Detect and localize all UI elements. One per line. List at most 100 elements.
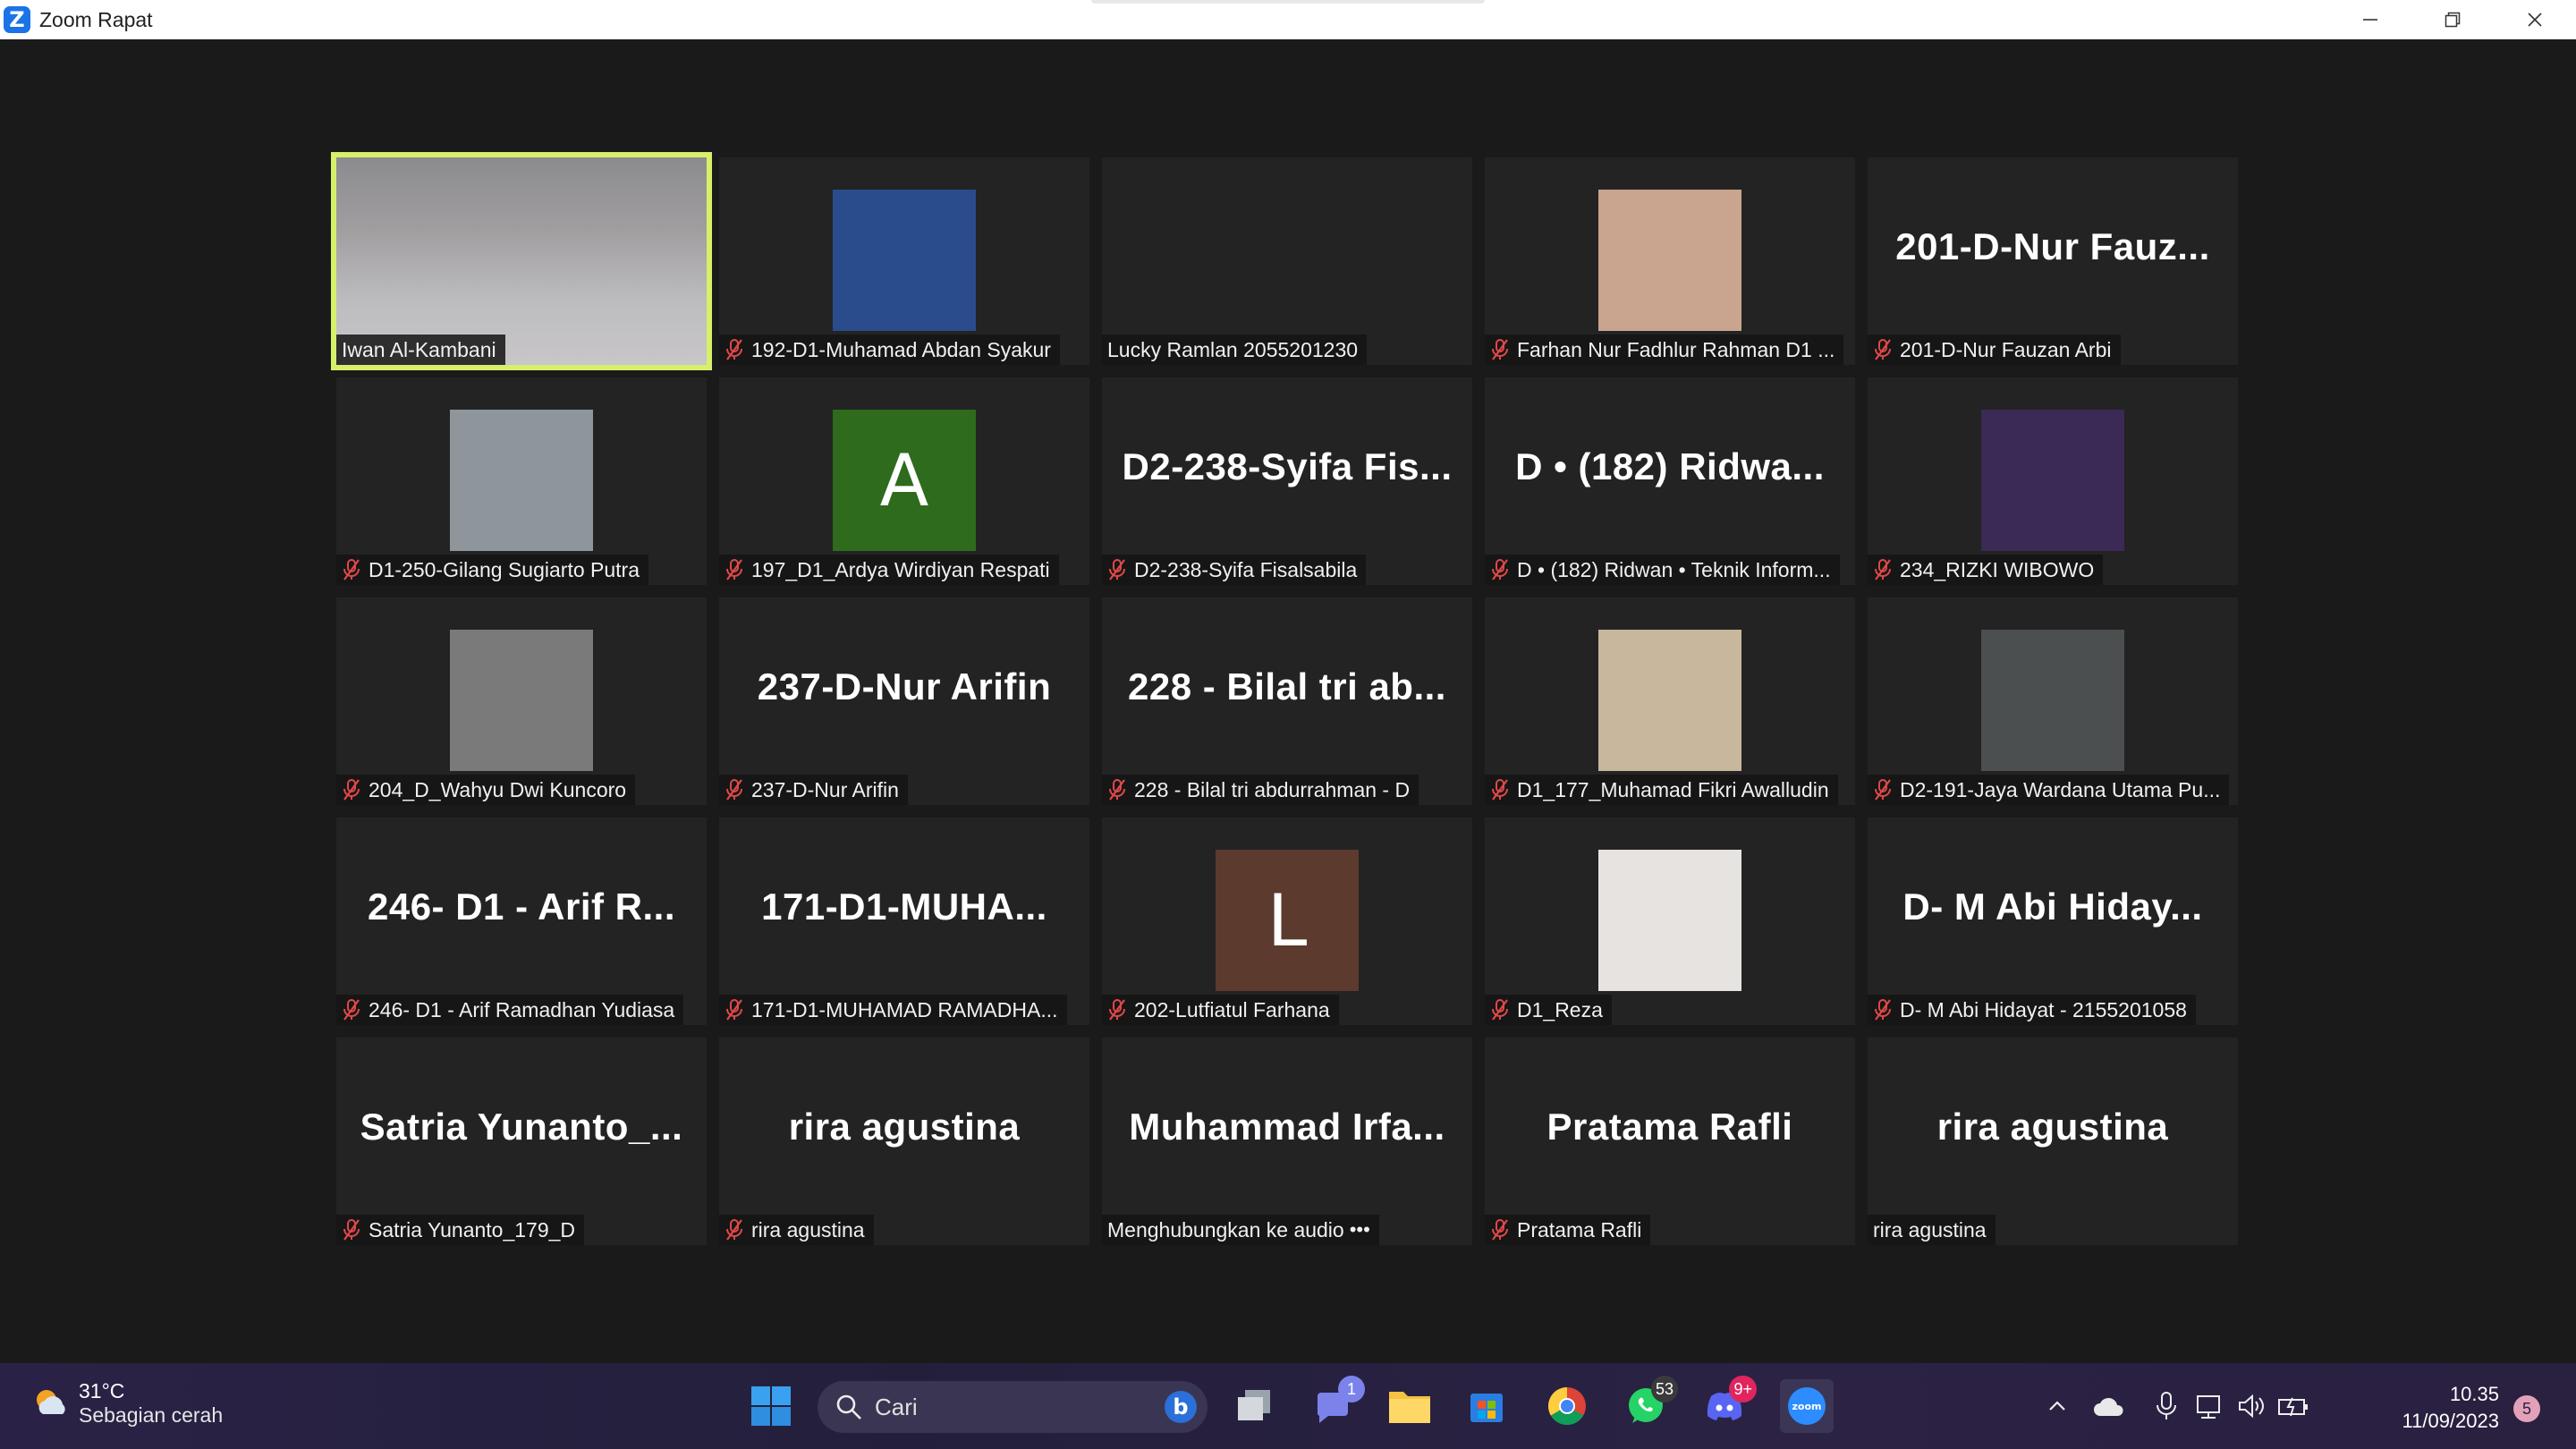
chevron-up-icon (2049, 1401, 2065, 1411)
participant-name-bar: 234_RIZKI WIBOWO (1868, 555, 2104, 585)
participant-tile[interactable]: Pratama Rafli Pratama Rafli (1485, 1038, 1855, 1245)
discord-button[interactable]: 9+ (1701, 1376, 1757, 1429)
participant-tile[interactable]: D • (182) Ridwa... D • (182) Ridwan • Tek… (1485, 377, 1855, 585)
clock[interactable]: 10.35 11/09/2023 (2402, 1381, 2499, 1435)
onedrive-button[interactable] (2091, 1383, 2127, 1429)
muted-microphone-icon (1875, 999, 1891, 1021)
participant-name-bar: 201-D-Nur Fauzan Arbi (1868, 335, 2121, 365)
show-hidden-icons-button[interactable] (2039, 1383, 2075, 1429)
svg-text:zoom: zoom (1792, 1401, 1822, 1412)
muted-indicator (1107, 998, 1127, 1021)
battery-icon (2278, 1397, 2308, 1417)
close-button[interactable] (2494, 0, 2576, 39)
participant-tile[interactable]: 201-D-Nur Fauz... 201-D-Nur Fauzan Arbi (1868, 157, 2238, 365)
participant-name-bar: Farhan Nur Fadhlur Rahman D1 ... (1485, 335, 1844, 365)
microphone-button[interactable] (2148, 1383, 2184, 1429)
muted-indicator (724, 1218, 744, 1241)
participant-name-bar: 202-Lutfiatul Farhana (1102, 995, 1339, 1025)
muted-indicator (1873, 558, 1893, 581)
minimize-icon (2363, 19, 2377, 21)
start-button[interactable] (748, 1383, 794, 1429)
participant-name: D- M Abi Hidayat - 2155201058 (1900, 997, 2187, 1021)
whatsapp-button[interactable]: 53 (1623, 1376, 1678, 1429)
participant-tile[interactable]: rira agustina rira agustina (1868, 1038, 2238, 1245)
participant-tile[interactable]: A 197_D1_Ardya Wirdiyan Respati (719, 377, 1089, 585)
meeting-view: Iwan Al-Kambani 192-D1-Muhamad Abdan Syak… (0, 39, 2576, 1363)
discord-badge: 9+ (1729, 1376, 1757, 1402)
minimize-button[interactable] (2329, 0, 2411, 39)
muted-microphone-icon (1492, 779, 1508, 801)
participant-tile[interactable]: D1-250-Gilang Sugiarto Putra (336, 377, 707, 585)
volume-button[interactable] (2234, 1383, 2270, 1429)
chrome-button[interactable] (1544, 1383, 1590, 1429)
taskbar-search[interactable]: Cari b (818, 1381, 1208, 1433)
muted-indicator (724, 998, 744, 1021)
zoom-taskbar-button[interactable]: zoom (1780, 1379, 1834, 1433)
participant-tile[interactable]: 237-D-Nur Arifin 237-D-Nur Arifin (719, 597, 1089, 805)
muted-indicator (724, 778, 744, 801)
whatsapp-badge: 53 (1650, 1376, 1678, 1402)
participant-tile[interactable]: Satria Yunanto_... Satria Yunanto_179_D (336, 1038, 707, 1245)
participant-tile[interactable]: D1_Reza (1485, 818, 1855, 1025)
participant-tile[interactable]: Iwan Al-Kambani (331, 152, 712, 370)
participant-name: 246- D1 - Arif Ramadhan Yudiasa (369, 997, 675, 1021)
participant-tile[interactable]: D- M Abi Hiday... D- M Abi Hidayat - 2155… (1868, 818, 2238, 1025)
muted-microphone-icon (726, 779, 742, 801)
participant-display-name: 246- D1 - Arif R... (367, 886, 676, 928)
participant-name-bar: Satria Yunanto_179_D (336, 1215, 585, 1245)
muted-microphone-icon (1109, 999, 1125, 1021)
participant-tile[interactable]: 228 - Bilal tri ab... 228 - Bilal tri abd… (1102, 597, 1472, 805)
task-view-button[interactable] (1231, 1383, 1277, 1429)
muted-indicator (1873, 338, 1893, 361)
file-explorer-button[interactable] (1386, 1383, 1433, 1429)
participant-name: rira agustina (1873, 1217, 1987, 1241)
participant-tile[interactable]: Lucky Ramlan 2055201230 (1102, 157, 1472, 365)
participant-name: D2-191-Jaya Wardana Utama Pu... (1900, 777, 2221, 801)
participant-tile[interactable]: 246- D1 - Arif R... 246- D1 - Arif Ramadh… (336, 818, 707, 1025)
participant-tile[interactable]: D2-238-Syifa Fis... D2-238-Syifa Fisalsab… (1102, 377, 1472, 585)
muted-microphone-icon (1875, 779, 1891, 801)
folder-icon (1389, 1392, 1430, 1423)
restore-button[interactable] (2411, 0, 2494, 39)
participant-name-bar: Lucky Ramlan 2055201230 (1102, 335, 1368, 365)
participant-name: Pratama Rafli (1517, 1217, 1642, 1241)
participant-tile[interactable]: Muhammad Irfa... Menghubungkan ke audio ••… (1102, 1038, 1472, 1245)
participant-avatar (450, 630, 593, 771)
participant-tile[interactable]: L 202-Lutfiatul Farhana (1102, 818, 1472, 1025)
participant-tile[interactable]: 204_D_Wahyu Dwi Kuncoro (336, 597, 707, 805)
participant-tile[interactable]: 192-D1-Muhamad Abdan Syakur (719, 157, 1089, 365)
participant-tile[interactable]: Farhan Nur Fadhlur Rahman D1 ... (1485, 157, 1855, 365)
close-icon (2528, 13, 2542, 27)
participant-name-bar: D2-238-Syifa Fisalsabila (1102, 555, 1367, 585)
participant-tile[interactable]: D2-191-Jaya Wardana Utama Pu... (1868, 597, 2238, 805)
battery-button[interactable] (2275, 1383, 2311, 1429)
muted-microphone-icon (343, 1219, 360, 1241)
svg-text:b: b (1173, 1394, 1188, 1419)
participant-tile[interactable]: rira agustina rira agustina (719, 1038, 1089, 1245)
title-drag-handle[interactable] (1091, 0, 1485, 4)
teams-badge: 1 (1338, 1376, 1365, 1402)
participant-name: D2-238-Syifa Fisalsabila (1134, 557, 1358, 581)
participant-name-bar: 246- D1 - Arif Ramadhan Yudiasa (336, 995, 684, 1025)
participant-name: D1-250-Gilang Sugiarto Putra (369, 557, 640, 581)
participant-name-bar: Pratama Rafli (1485, 1215, 1651, 1245)
microsoft-store-button[interactable] (1463, 1383, 1510, 1429)
clock-date: 11/09/2023 (2402, 1410, 2499, 1432)
participant-tile[interactable]: 171-D1-MUHA... 171-D1-MUHAMAD RAMADHA... (719, 818, 1089, 1025)
notification-center-badge[interactable]: 5 (2513, 1395, 2540, 1422)
teams-chat-button[interactable]: 1 (1309, 1376, 1365, 1429)
participant-avatar (450, 410, 593, 551)
weather-temperature: 31°C (79, 1379, 125, 1402)
participant-tile[interactable]: 234_RIZKI WIBOWO (1868, 377, 2238, 585)
participant-name: 171-D1-MUHAMAD RAMADHA... (751, 997, 1058, 1021)
weather-widget[interactable]: 31°C Sebagian cerah (30, 1379, 223, 1428)
participant-name: Lucky Ramlan 2055201230 (1107, 337, 1359, 361)
muted-indicator (1873, 778, 1893, 801)
participant-name: 204_D_Wahyu Dwi Kuncoro (369, 777, 627, 801)
system-tray: 10.35 11/09/2023 5 (2039, 1363, 2576, 1449)
participant-display-name: D- M Abi Hiday... (1902, 886, 2203, 928)
participant-tile[interactable]: D1_177_Muhamad Fikri Awalludin (1485, 597, 1855, 805)
network-button[interactable] (2193, 1383, 2229, 1429)
participant-avatar-letter: L (1216, 850, 1359, 991)
muted-indicator (342, 998, 361, 1021)
